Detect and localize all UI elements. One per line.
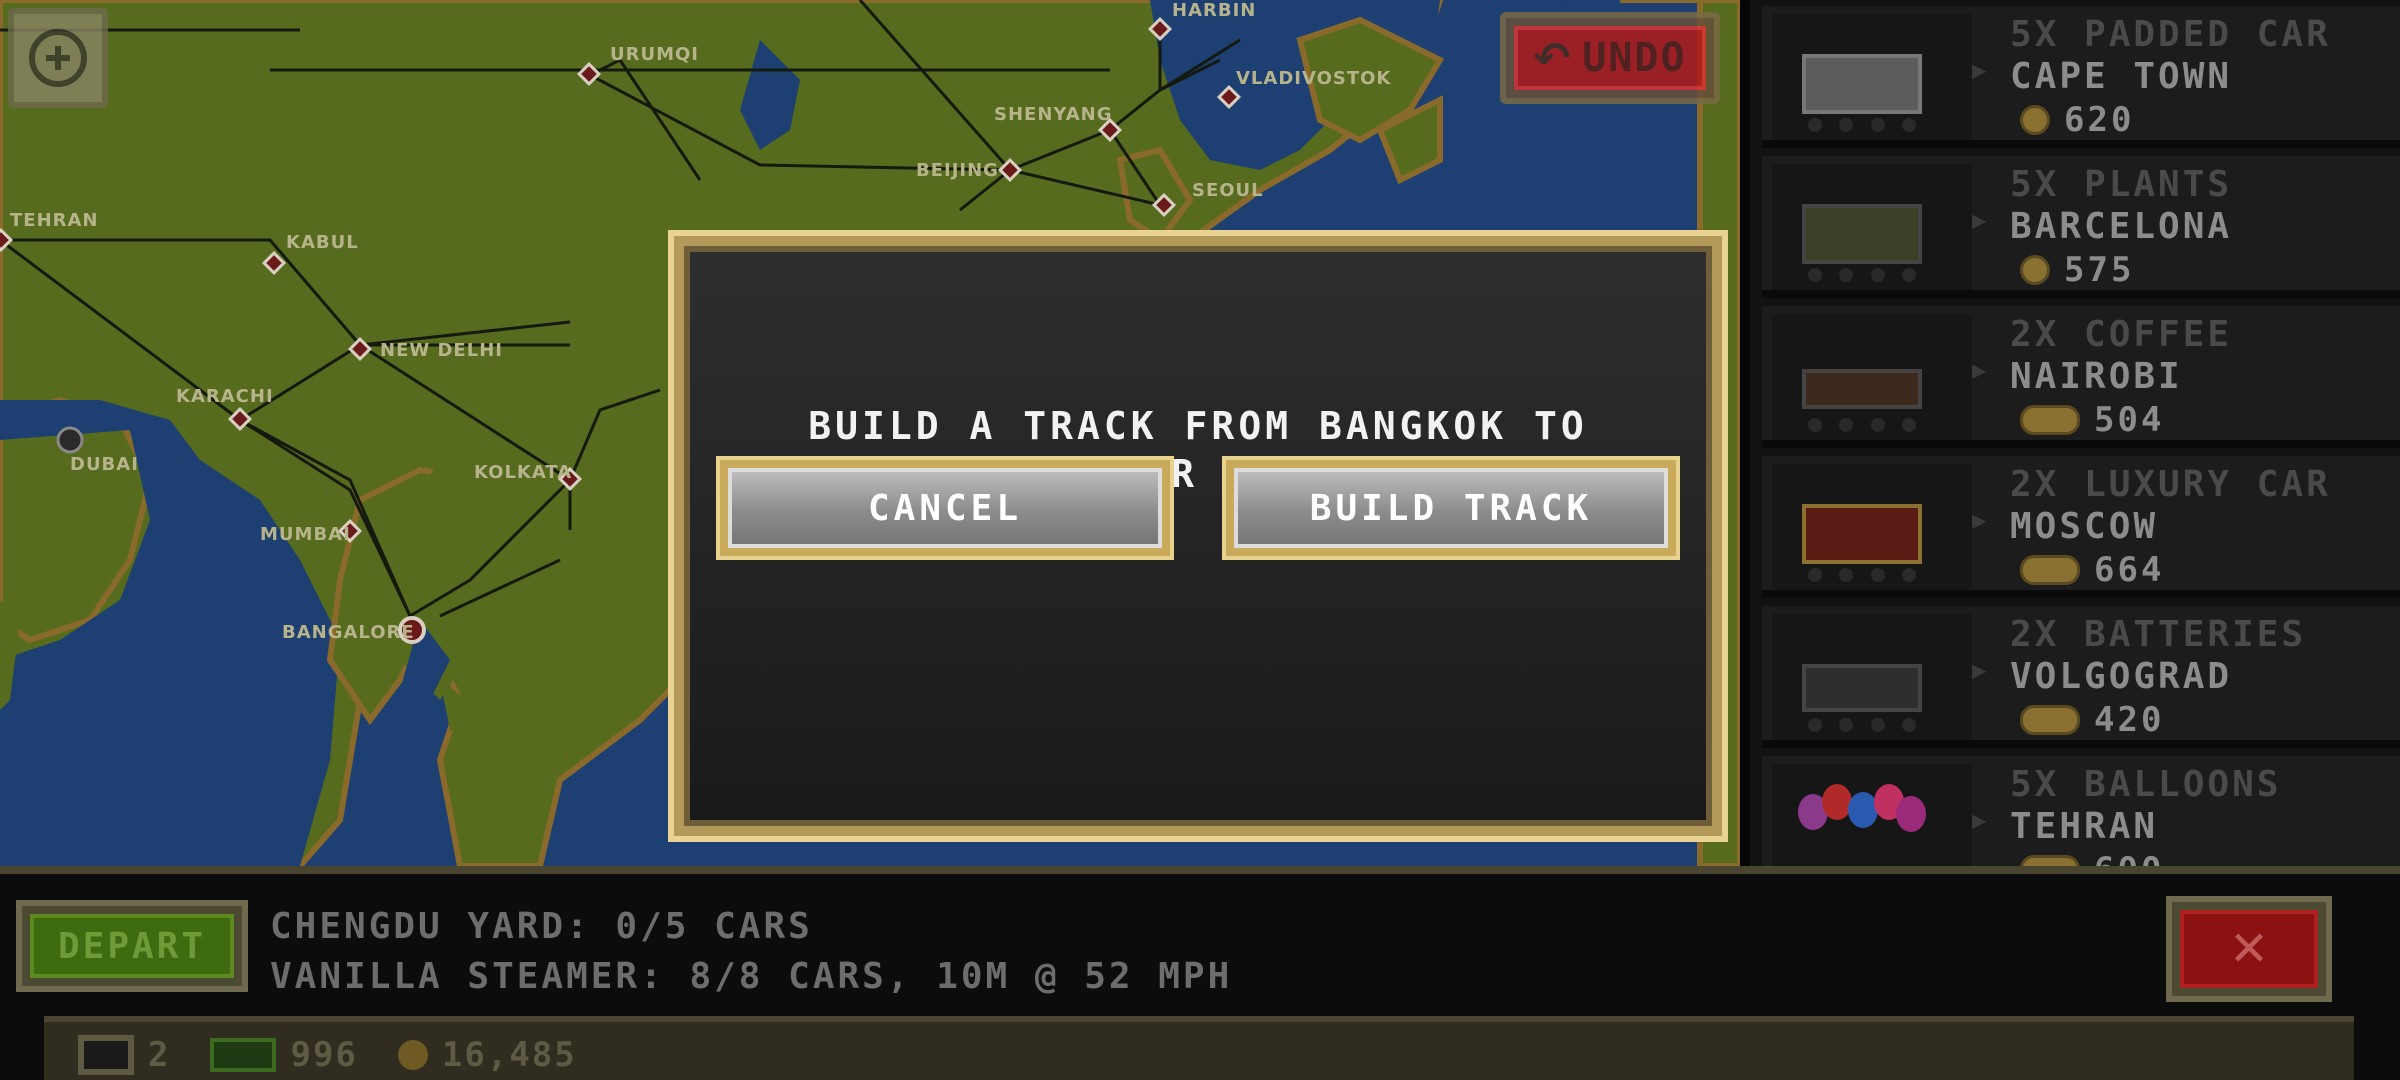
city-label: KOLKATA — [474, 462, 572, 483]
city-label: BANGALORE — [282, 622, 415, 643]
luxury-car-icon — [1802, 504, 1922, 564]
cargo-item[interactable]: ▶ 5X PADDED CAR CAPE TOWN 620 — [1762, 6, 2400, 148]
arrow-right-icon: ▶ — [1972, 506, 1987, 534]
yard-info: CHENGDU YARD: 0/5 CARS VANILLA STEAMER: … — [270, 902, 1232, 1002]
depart-button-label: DEPART — [30, 914, 234, 978]
city-label: VLADIVOSTOK — [1236, 68, 1391, 89]
cargo-payment: 664 — [2020, 550, 2164, 590]
train-status-bar: DEPART CHENGDU YARD: 0/5 CARS VANILLA ST… — [0, 866, 2400, 1080]
train-status: VANILLA STEAMER: 8/8 CARS, 10M @ 52 MPH — [270, 956, 1233, 997]
train-icon — [78, 1035, 134, 1075]
undo-button[interactable]: ↶ UNDO — [1500, 12, 1720, 104]
build-track-button-label: BUILD TRACK — [1234, 468, 1668, 548]
cargo-item[interactable]: ▶ 5X BALLOONS TEHRAN 600 — [1762, 756, 2400, 866]
cash-stat: 996 — [210, 1035, 357, 1075]
arrow-right-icon: ▶ — [1972, 206, 1987, 234]
coin-icon — [2020, 105, 2050, 135]
gold-bars-icon — [2020, 705, 2080, 735]
cargo-payment: 600 — [2020, 850, 2164, 866]
coin-icon — [397, 1040, 428, 1070]
cargo-quantity: 5X PLANTS — [2010, 164, 2233, 205]
undo-label: UNDO — [1582, 35, 1687, 81]
trains-stat: 2 — [78, 1035, 170, 1075]
plus-icon — [29, 29, 87, 87]
cargo-payment: 420 — [2020, 700, 2164, 740]
cargo-thumbnail — [1772, 14, 1972, 140]
build-track-button[interactable]: BUILD TRACK — [1222, 456, 1680, 560]
cargo-thumbnail — [1772, 314, 1972, 440]
cargo-quantity: 2X LUXURY CAR — [2010, 464, 2331, 505]
cargo-item[interactable]: ▶ 2X BATTERIES VOLGOGRAD 420 — [1762, 606, 2400, 748]
resource-stats: 2 996 16,485 — [44, 1016, 2354, 1080]
cargo-payment: 504 — [2020, 400, 2164, 440]
dialog-message-line1: BUILD A TRACK FROM BANGKOK TO — [808, 404, 1588, 448]
cargo-quantity: 5X PADDED CAR — [2010, 14, 2331, 55]
cargo-item[interactable]: ▶ 2X LUXURY CAR MOSCOW 664 — [1762, 456, 2400, 598]
yard-status: CHENGDU YARD: 0/5 CARS — [270, 906, 813, 947]
cargo-destination: BARCELONA — [2010, 206, 2233, 247]
cargo-destination: VOLGOGRAD — [2010, 656, 2233, 697]
zoom-in-button[interactable] — [8, 8, 108, 108]
plants-car-icon — [1802, 204, 1922, 264]
batteries-car-icon — [1802, 664, 1922, 712]
coin-icon — [2020, 255, 2050, 285]
cargo-item[interactable]: ▶ 2X COFFEE NAIROBI 504 — [1762, 306, 2400, 448]
cargo-list[interactable]: ▶ 5X PADDED CAR CAPE TOWN 620 ▶ 5X PLANT… — [1740, 0, 2400, 866]
city-label: NEW DELHI — [380, 340, 503, 361]
cargo-quantity: 5X BALLOONS — [2010, 764, 2282, 805]
cargo-quantity: 2X BATTERIES — [2010, 614, 2307, 655]
gold-bars-icon — [2020, 405, 2080, 435]
coffee-car-icon — [1802, 369, 1922, 409]
trains-count: 2 — [148, 1035, 171, 1075]
cargo-thumbnail — [1772, 764, 1972, 866]
padded-car-icon — [1802, 54, 1922, 114]
city-label: KABUL — [286, 232, 359, 253]
city-label: MUMBAI — [260, 524, 351, 545]
cash-icon — [210, 1038, 277, 1072]
gold-bars-icon — [2020, 855, 2080, 866]
city-label: HARBIN — [1172, 0, 1256, 21]
cargo-payment: 575 — [2020, 250, 2134, 290]
cargo-destination: NAIROBI — [2010, 356, 2183, 397]
coins-stat: 16,485 — [397, 1035, 577, 1075]
city-label: SHENYANG — [994, 104, 1112, 125]
city-label: SEOUL — [1192, 180, 1264, 201]
cargo-destination: TEHRAN — [2010, 806, 2159, 847]
arrow-right-icon: ▶ — [1972, 656, 1987, 684]
city-label: KARACHI — [176, 386, 274, 407]
cargo-thumbnail — [1772, 164, 1972, 290]
cargo-destination: CAPE TOWN — [2010, 56, 2233, 97]
cargo-destination: MOSCOW — [2010, 506, 2159, 547]
cargo-item[interactable]: ▶ 5X PLANTS BARCELONA 575 — [1762, 156, 2400, 298]
cancel-button-label: CANCEL — [728, 468, 1162, 548]
close-icon: ✕ — [2180, 910, 2318, 988]
cargo-thumbnail — [1772, 614, 1972, 740]
close-button[interactable]: ✕ — [2166, 896, 2332, 1002]
cash-amount: 996 — [290, 1035, 358, 1075]
arrow-right-icon: ▶ — [1972, 806, 1987, 834]
depart-button[interactable]: DEPART — [16, 900, 248, 992]
city-label: BEIJING — [916, 160, 999, 181]
city-label: TEHRAN — [10, 210, 99, 231]
gold-bars-icon — [2020, 555, 2080, 585]
cancel-button[interactable]: CANCEL — [716, 456, 1174, 560]
cargo-thumbnail — [1772, 464, 1972, 590]
cargo-payment: 620 — [2020, 100, 2134, 140]
city-label: DUBAI — [70, 454, 139, 475]
undo-arrow-icon: ↶ — [1533, 32, 1571, 84]
coins-amount: 16,485 — [441, 1035, 577, 1075]
arrow-right-icon: ▶ — [1972, 56, 1987, 84]
balloons-icon — [1798, 784, 1928, 854]
arrow-right-icon: ▶ — [1972, 356, 1987, 384]
cargo-quantity: 2X COFFEE — [2010, 314, 2233, 355]
city-label: URUMQI — [610, 44, 699, 65]
